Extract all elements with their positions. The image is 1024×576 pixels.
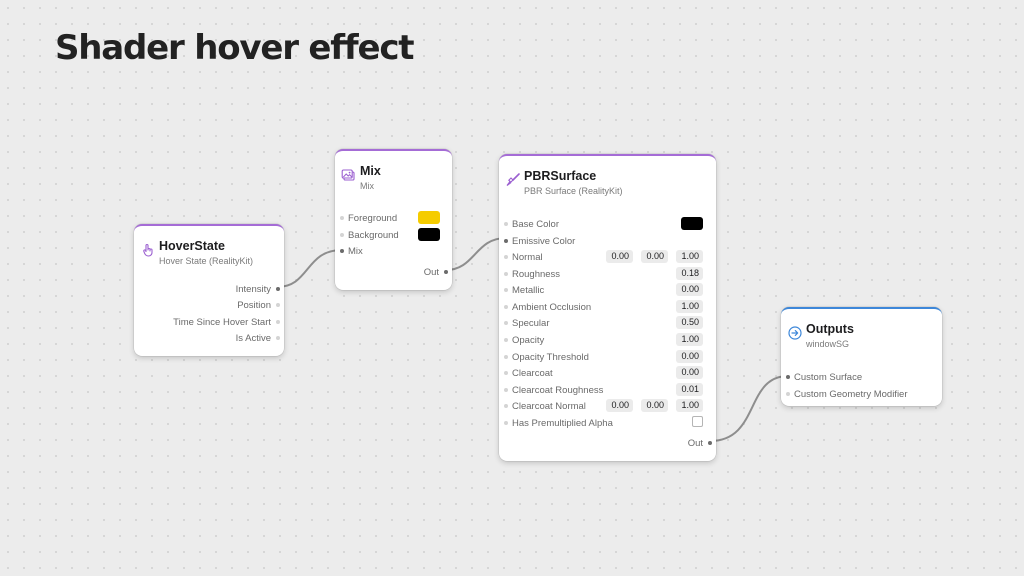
- output-port-time-since-hover-start[interactable]: Time Since Hover Start: [173, 317, 271, 328]
- photo-stack-icon: [341, 169, 355, 181]
- port-dot[interactable]: [504, 239, 508, 243]
- port-dot[interactable]: [340, 249, 344, 253]
- port-dot[interactable]: [276, 320, 280, 324]
- input-port-mix[interactable]: Mix: [348, 246, 363, 257]
- input-port-has-premultiplied-alpha[interactable]: Has Premultiplied Alpha: [512, 418, 613, 429]
- input-port-specular[interactable]: Specular: [512, 318, 550, 329]
- node-subtitle: Mix: [360, 181, 374, 191]
- port-dot[interactable]: [504, 272, 508, 276]
- clearcoat-field[interactable]: 0.00: [676, 366, 703, 379]
- clearcoat-normal-x-field[interactable]: 0.00: [606, 399, 633, 412]
- output-port-out[interactable]: Out: [688, 438, 703, 449]
- input-port-custom-surface[interactable]: Custom Surface: [794, 372, 862, 383]
- port-dot[interactable]: [276, 287, 280, 291]
- normal-x-field[interactable]: 0.00: [606, 250, 633, 263]
- input-port-metallic[interactable]: Metallic: [512, 285, 544, 296]
- base-color-swatch[interactable]: [681, 217, 703, 230]
- pbr-surface-node[interactable]: PBRSurface PBR Surface (RealityKit) Base…: [499, 154, 716, 461]
- foreground-color-swatch[interactable]: [418, 211, 440, 224]
- port-dot[interactable]: [504, 321, 508, 325]
- input-port-custom-geometry-modifier[interactable]: Custom Geometry Modifier: [794, 389, 908, 400]
- node-subtitle: PBR Surface (RealityKit): [524, 186, 623, 196]
- page-title: Shader hover effect: [55, 28, 415, 68]
- mix-node[interactable]: Mix Mix Foreground Background Mix Out: [335, 149, 452, 290]
- input-port-base-color[interactable]: Base Color: [512, 219, 559, 230]
- port-dot[interactable]: [340, 216, 344, 220]
- normal-z-field[interactable]: 1.00: [676, 250, 703, 263]
- node-title: Outputs: [806, 322, 854, 336]
- port-dot[interactable]: [504, 421, 508, 425]
- clearcoat-normal-y-field[interactable]: 0.00: [641, 399, 668, 412]
- premultiplied-alpha-checkbox[interactable]: [692, 416, 703, 427]
- outputs-node[interactable]: Outputs windowSG Custom Surface Custom G…: [781, 307, 942, 406]
- normal-y-field[interactable]: 0.00: [641, 250, 668, 263]
- port-dot[interactable]: [340, 233, 344, 237]
- node-title: HoverState: [159, 239, 225, 253]
- hover-state-node[interactable]: HoverState Hover State (RealityKit) Inte…: [134, 224, 284, 356]
- output-port-is-active[interactable]: Is Active: [236, 333, 271, 344]
- port-dot[interactable]: [276, 303, 280, 307]
- output-port-position[interactable]: Position: [237, 300, 271, 311]
- paintbrush-icon: [506, 173, 520, 186]
- clearcoat-normal-z-field[interactable]: 1.00: [676, 399, 703, 412]
- port-dot[interactable]: [786, 392, 790, 396]
- node-title: PBRSurface: [524, 169, 597, 183]
- clearcoat-roughness-field[interactable]: 0.01: [676, 383, 703, 396]
- output-port-out[interactable]: Out: [424, 267, 439, 278]
- input-port-opacity-threshold[interactable]: Opacity Threshold: [512, 352, 589, 363]
- metallic-field[interactable]: 0.00: [676, 283, 703, 296]
- input-port-clearcoat[interactable]: Clearcoat: [512, 368, 553, 379]
- input-port-ambient-occlusion[interactable]: Ambient Occlusion: [512, 302, 591, 313]
- port-dot[interactable]: [504, 355, 508, 359]
- input-port-foreground[interactable]: Foreground: [348, 213, 397, 224]
- port-dot[interactable]: [504, 222, 508, 226]
- node-subtitle: Hover State (RealityKit): [159, 256, 254, 266]
- opacity-field[interactable]: 1.00: [676, 333, 703, 346]
- specular-field[interactable]: 0.50: [676, 316, 703, 329]
- port-dot[interactable]: [504, 388, 508, 392]
- input-port-opacity[interactable]: Opacity: [512, 335, 544, 346]
- port-dot[interactable]: [276, 336, 280, 340]
- port-dot[interactable]: [504, 404, 508, 408]
- input-port-clearcoat-roughness[interactable]: Clearcoat Roughness: [512, 385, 603, 396]
- input-port-clearcoat-normal[interactable]: Clearcoat Normal: [512, 401, 586, 412]
- input-port-emissive-color[interactable]: Emissive Color: [512, 236, 575, 247]
- background-color-swatch[interactable]: [418, 228, 440, 241]
- output-port-intensity[interactable]: Intensity: [236, 284, 271, 295]
- ambient-occlusion-field[interactable]: 1.00: [676, 300, 703, 313]
- arrow-circle-icon: [788, 326, 802, 340]
- input-port-background[interactable]: Background: [348, 230, 399, 241]
- input-port-roughness[interactable]: Roughness: [512, 269, 560, 280]
- input-port-normal[interactable]: Normal: [512, 252, 543, 263]
- port-dot[interactable]: [444, 270, 448, 274]
- port-dot[interactable]: [786, 375, 790, 379]
- wire-pbr-to-surface: [709, 375, 789, 442]
- node-title: Mix: [360, 164, 381, 178]
- opacity-threshold-field[interactable]: 0.00: [676, 350, 703, 363]
- port-dot[interactable]: [504, 255, 508, 259]
- port-dot[interactable]: [504, 371, 508, 375]
- port-dot[interactable]: [504, 338, 508, 342]
- port-dot[interactable]: [708, 441, 712, 445]
- wire-mix-to-emissive: [445, 237, 507, 271]
- node-subtitle: windowSG: [806, 339, 850, 349]
- wire-intensity-to-mix: [276, 249, 343, 288]
- port-dot[interactable]: [504, 305, 508, 309]
- hand-pointer-icon: [143, 243, 153, 257]
- roughness-field[interactable]: 0.18: [676, 267, 703, 280]
- port-dot[interactable]: [504, 288, 508, 292]
